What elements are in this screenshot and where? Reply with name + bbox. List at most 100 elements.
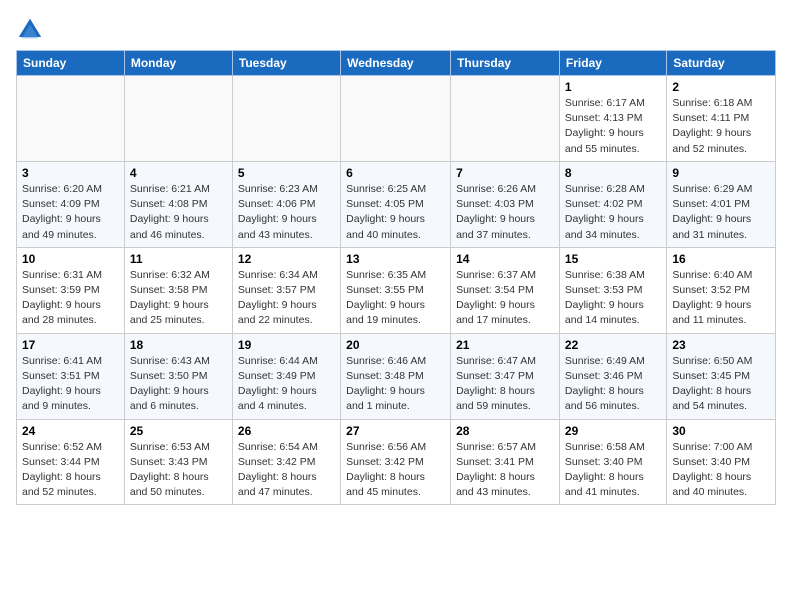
calendar-cell: 8 Sunrise: 6:28 AM Sunset: 4:02 PM Daylig… (559, 161, 666, 247)
calendar-cell (124, 76, 232, 162)
calendar-cell: 27Sunrise: 6:56 AM Sunset: 3:42 PM Dayli… (341, 419, 451, 505)
day-info: Sunrise: 6:26 AM Sunset: 4:03 PM Dayligh… (456, 182, 554, 243)
weekday-header-saturday: Saturday (667, 51, 776, 76)
day-info: Sunrise: 6:57 AM Sunset: 3:41 PM Dayligh… (456, 440, 554, 501)
day-info: Sunrise: 6:32 AM Sunset: 3:58 PM Dayligh… (130, 268, 227, 329)
calendar-cell: 11 Sunrise: 6:32 AM Sunset: 3:58 PM Dayli… (124, 247, 232, 333)
calendar-cell (341, 76, 451, 162)
day-info: Sunrise: 6:29 AM Sunset: 4:01 PM Dayligh… (672, 182, 770, 243)
day-info: Sunrise: 6:53 AM Sunset: 3:43 PM Dayligh… (130, 440, 227, 501)
calendar-table: SundayMondayTuesdayWednesdayThursdayFrid… (16, 50, 776, 505)
day-number: 19 (238, 338, 335, 352)
calendar-week-row: 1 Sunrise: 6:17 AM Sunset: 4:13 PM Daylig… (17, 76, 776, 162)
day-number: 9 (672, 166, 770, 180)
day-number: 15 (565, 252, 661, 266)
day-number: 29 (565, 424, 661, 438)
calendar-cell: 30Sunrise: 7:00 AM Sunset: 3:40 PM Dayli… (667, 419, 776, 505)
weekday-header-friday: Friday (559, 51, 666, 76)
day-number: 11 (130, 252, 227, 266)
day-number: 12 (238, 252, 335, 266)
calendar-cell: 25 Sunrise: 6:53 AM Sunset: 3:43 PM Dayli… (124, 419, 232, 505)
calendar-cell: 26 Sunrise: 6:54 AM Sunset: 3:42 PM Dayli… (232, 419, 340, 505)
weekday-header-tuesday: Tuesday (232, 51, 340, 76)
day-info: Sunrise: 6:31 AM Sunset: 3:59 PM Dayligh… (22, 268, 119, 329)
day-number: 3 (22, 166, 119, 180)
day-info: Sunrise: 6:50 AM Sunset: 3:45 PM Dayligh… (672, 354, 770, 415)
day-info: Sunrise: 6:52 AM Sunset: 3:44 PM Dayligh… (22, 440, 119, 501)
day-info: Sunrise: 6:43 AM Sunset: 3:50 PM Dayligh… (130, 354, 227, 415)
calendar-week-row: 10Sunrise: 6:31 AM Sunset: 3:59 PM Dayli… (17, 247, 776, 333)
day-number: 17 (22, 338, 119, 352)
day-number: 22 (565, 338, 661, 352)
calendar-cell: 4Sunrise: 6:21 AM Sunset: 4:08 PM Daylig… (124, 161, 232, 247)
day-number: 25 (130, 424, 227, 438)
calendar-cell: 10Sunrise: 6:31 AM Sunset: 3:59 PM Dayli… (17, 247, 125, 333)
calendar-cell: 12 Sunrise: 6:34 AM Sunset: 3:57 PM Dayli… (232, 247, 340, 333)
logo (16, 16, 48, 44)
calendar-cell: 15Sunrise: 6:38 AM Sunset: 3:53 PM Dayli… (559, 247, 666, 333)
day-info: Sunrise: 6:23 AM Sunset: 4:06 PM Dayligh… (238, 182, 335, 243)
day-info: Sunrise: 6:37 AM Sunset: 3:54 PM Dayligh… (456, 268, 554, 329)
calendar-cell (17, 76, 125, 162)
day-info: Sunrise: 6:49 AM Sunset: 3:46 PM Dayligh… (565, 354, 661, 415)
calendar-cell: 18 Sunrise: 6:43 AM Sunset: 3:50 PM Dayli… (124, 333, 232, 419)
calendar-cell: 24 Sunrise: 6:52 AM Sunset: 3:44 PM Dayli… (17, 419, 125, 505)
day-number: 6 (346, 166, 445, 180)
calendar-cell (451, 76, 560, 162)
day-info: Sunrise: 6:40 AM Sunset: 3:52 PM Dayligh… (672, 268, 770, 329)
calendar-cell: 2 Sunrise: 6:18 AM Sunset: 4:11 PM Daylig… (667, 76, 776, 162)
calendar-cell: 14 Sunrise: 6:37 AM Sunset: 3:54 PM Dayli… (451, 247, 560, 333)
calendar-cell: 17 Sunrise: 6:41 AM Sunset: 3:51 PM Dayli… (17, 333, 125, 419)
day-number: 18 (130, 338, 227, 352)
calendar-cell: 5 Sunrise: 6:23 AM Sunset: 4:06 PM Daylig… (232, 161, 340, 247)
day-info: Sunrise: 6:35 AM Sunset: 3:55 PM Dayligh… (346, 268, 445, 329)
calendar-cell: 20 Sunrise: 6:46 AM Sunset: 3:48 PM Dayli… (341, 333, 451, 419)
calendar-cell: 7Sunrise: 6:26 AM Sunset: 4:03 PM Daylig… (451, 161, 560, 247)
calendar-cell: 9 Sunrise: 6:29 AM Sunset: 4:01 PM Daylig… (667, 161, 776, 247)
day-number: 21 (456, 338, 554, 352)
day-info: Sunrise: 6:46 AM Sunset: 3:48 PM Dayligh… (346, 354, 445, 415)
day-number: 16 (672, 252, 770, 266)
day-info: Sunrise: 6:18 AM Sunset: 4:11 PM Dayligh… (672, 96, 770, 157)
calendar-week-row: 17 Sunrise: 6:41 AM Sunset: 3:51 PM Dayli… (17, 333, 776, 419)
day-number: 20 (346, 338, 445, 352)
calendar-cell: 28Sunrise: 6:57 AM Sunset: 3:41 PM Dayli… (451, 419, 560, 505)
day-info: Sunrise: 6:20 AM Sunset: 4:09 PM Dayligh… (22, 182, 119, 243)
day-number: 23 (672, 338, 770, 352)
day-number: 13 (346, 252, 445, 266)
calendar-cell: 6Sunrise: 6:25 AM Sunset: 4:05 PM Daylig… (341, 161, 451, 247)
day-info: Sunrise: 6:21 AM Sunset: 4:08 PM Dayligh… (130, 182, 227, 243)
calendar-cell: 16 Sunrise: 6:40 AM Sunset: 3:52 PM Dayli… (667, 247, 776, 333)
calendar-cell: 22 Sunrise: 6:49 AM Sunset: 3:46 PM Dayli… (559, 333, 666, 419)
weekday-header-monday: Monday (124, 51, 232, 76)
day-number: 1 (565, 80, 661, 94)
calendar-cell: 23 Sunrise: 6:50 AM Sunset: 3:45 PM Dayli… (667, 333, 776, 419)
calendar-week-row: 24 Sunrise: 6:52 AM Sunset: 3:44 PM Dayli… (17, 419, 776, 505)
day-number: 26 (238, 424, 335, 438)
day-number: 5 (238, 166, 335, 180)
calendar-cell: 3 Sunrise: 6:20 AM Sunset: 4:09 PM Daylig… (17, 161, 125, 247)
calendar-cell: 21Sunrise: 6:47 AM Sunset: 3:47 PM Dayli… (451, 333, 560, 419)
day-info: Sunrise: 6:17 AM Sunset: 4:13 PM Dayligh… (565, 96, 661, 157)
day-info: Sunrise: 6:41 AM Sunset: 3:51 PM Dayligh… (22, 354, 119, 415)
weekday-header-row: SundayMondayTuesdayWednesdayThursdayFrid… (17, 51, 776, 76)
day-info: Sunrise: 6:28 AM Sunset: 4:02 PM Dayligh… (565, 182, 661, 243)
day-number: 2 (672, 80, 770, 94)
day-info: Sunrise: 6:58 AM Sunset: 3:40 PM Dayligh… (565, 440, 661, 501)
day-info: Sunrise: 6:54 AM Sunset: 3:42 PM Dayligh… (238, 440, 335, 501)
day-info: Sunrise: 6:44 AM Sunset: 3:49 PM Dayligh… (238, 354, 335, 415)
logo-icon (16, 16, 44, 44)
weekday-header-wednesday: Wednesday (341, 51, 451, 76)
day-number: 14 (456, 252, 554, 266)
weekday-header-thursday: Thursday (451, 51, 560, 76)
day-number: 30 (672, 424, 770, 438)
calendar-cell (232, 76, 340, 162)
day-info: Sunrise: 6:34 AM Sunset: 3:57 PM Dayligh… (238, 268, 335, 329)
calendar-cell: 13 Sunrise: 6:35 AM Sunset: 3:55 PM Dayli… (341, 247, 451, 333)
calendar-cell: 19 Sunrise: 6:44 AM Sunset: 3:49 PM Dayli… (232, 333, 340, 419)
page-header (16, 16, 776, 44)
day-info: Sunrise: 6:56 AM Sunset: 3:42 PM Dayligh… (346, 440, 445, 501)
weekday-header-sunday: Sunday (17, 51, 125, 76)
day-number: 8 (565, 166, 661, 180)
day-number: 24 (22, 424, 119, 438)
